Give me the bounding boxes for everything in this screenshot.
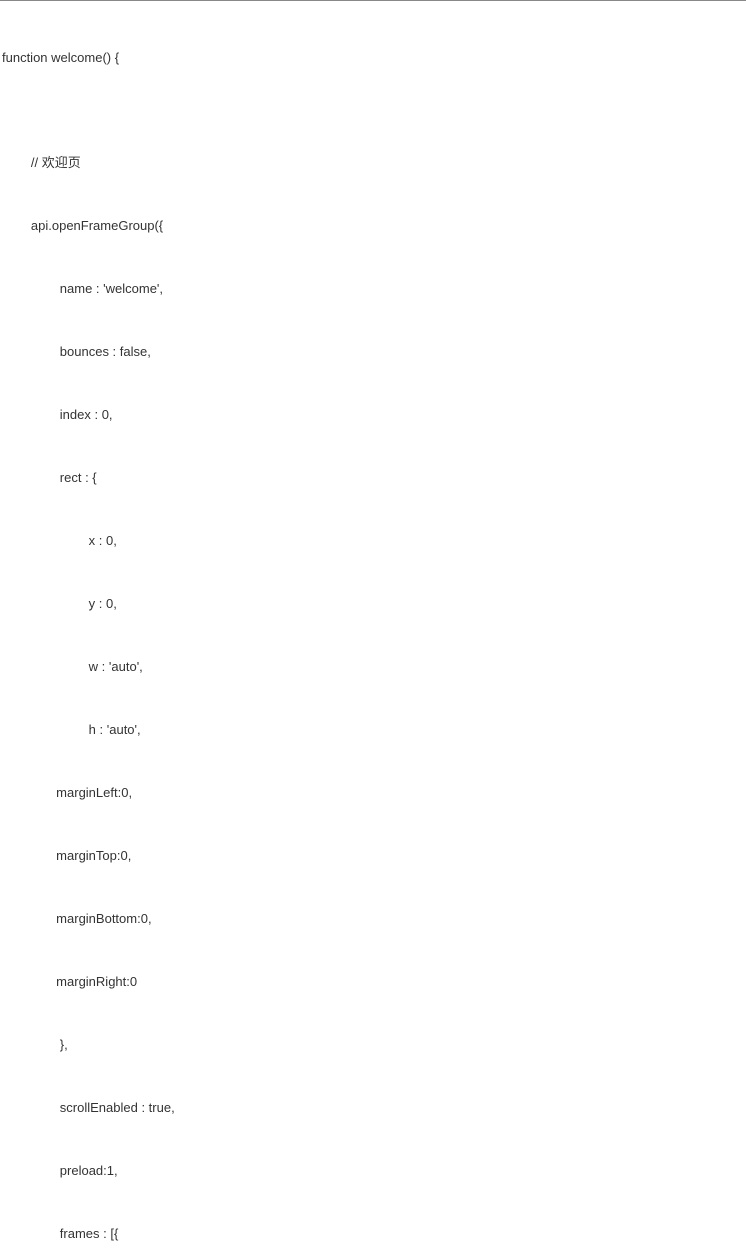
- code-block: function welcome() { // 欢迎页 api.openFram…: [2, 5, 744, 1260]
- code-line: marginTop:0,: [2, 845, 744, 866]
- code-line: function welcome() {: [2, 47, 744, 68]
- code-line: api.openFrameGroup({: [2, 215, 744, 236]
- code-line: scrollEnabled : true,: [2, 1097, 744, 1118]
- code-line: },: [2, 1034, 744, 1055]
- code-line: frames : [{: [2, 1223, 744, 1244]
- code-line: // 欢迎页: [2, 152, 744, 173]
- code-line: h : 'auto',: [2, 719, 744, 740]
- code-line: marginLeft:0,: [2, 782, 744, 803]
- code-line: index : 0,: [2, 404, 744, 425]
- code-line: bounces : false,: [2, 341, 744, 362]
- code-line: marginRight:0: [2, 971, 744, 992]
- code-line: y : 0,: [2, 593, 744, 614]
- code-line: x : 0,: [2, 530, 744, 551]
- code-line: marginBottom:0,: [2, 908, 744, 929]
- code-line: name : 'welcome',: [2, 278, 744, 299]
- code-line: rect : {: [2, 467, 744, 488]
- code-line: w : 'auto',: [2, 656, 744, 677]
- code-line: preload:1,: [2, 1160, 744, 1181]
